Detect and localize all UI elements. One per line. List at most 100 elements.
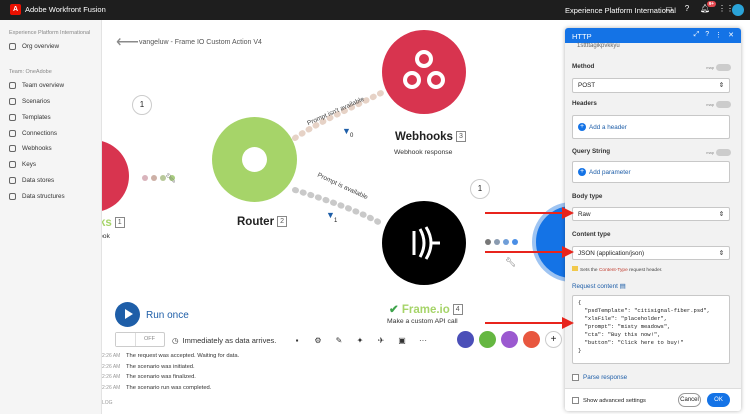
log-row: 2:26 AM The request was accepted. Waiting…: [102, 351, 239, 362]
adobe-logo-icon: A: [10, 4, 21, 15]
log-time: 2:26 AM: [102, 353, 121, 360]
avatar[interactable]: [732, 4, 744, 16]
plane-icon[interactable]: ✈: [376, 336, 386, 345]
query-map-toggle[interactable]: map: [706, 149, 731, 156]
content-type-select[interactable]: JSON (application/json) ⇕: [572, 246, 730, 260]
select-arrows-icon: ⇕: [718, 249, 724, 257]
sidebar-item-keys[interactable]: Keys: [0, 157, 101, 173]
webhooks-sub: Webhook response: [394, 149, 453, 156]
http-settings-panel: HTTP ⤢? ⋮ ✕ 1sttttagikpvkkyu Method map PO…: [565, 28, 741, 411]
webhooks-icon: [9, 145, 16, 153]
help-icon[interactable]: ?: [682, 4, 692, 14]
panel-title: HTTP: [572, 32, 592, 41]
brand[interactable]: A Adobe Workfront Fusion: [10, 4, 106, 15]
log-time: 2:26 AM: [102, 363, 121, 370]
help-icon[interactable]: ?: [705, 31, 709, 39]
router-name: Router: [237, 216, 275, 228]
router-module[interactable]: [212, 117, 297, 202]
sidebar-item-connections[interactable]: Connections: [0, 125, 101, 141]
sidebar-item-templates[interactable]: Templates: [0, 109, 101, 125]
sidebar-item-webhooks[interactable]: Webhooks: [0, 141, 101, 157]
run-once-label[interactable]: Run once: [146, 310, 189, 321]
more-vertical-icon[interactable]: ⋮: [715, 31, 722, 39]
content-type-label: Content type: [572, 231, 611, 238]
map-switch: [716, 101, 731, 108]
webhook-logo-icon: [403, 50, 445, 89]
frameio-logo-icon: [412, 226, 440, 260]
log-row: 2:26 AM The scenario was initiated.: [102, 362, 239, 373]
request-content-editor[interactable]: { "psdTemplate": "citisignal-fiber.psd",…: [572, 295, 730, 364]
toggle-knob: [116, 333, 136, 346]
sidebar-item-org-overview[interactable]: Org overview: [0, 39, 101, 55]
method-select[interactable]: POST ⇕: [572, 78, 730, 93]
briefcase-icon[interactable]: ▣: [397, 336, 407, 345]
chat-icon[interactable]: ▭: [664, 4, 674, 14]
schedule-setting[interactable]: ◷ Immediately as data arrives.: [172, 336, 276, 345]
left-module-label: ks 1: [102, 217, 125, 229]
map-label: map: [706, 102, 714, 107]
method-label: Method: [572, 63, 595, 70]
frameio-sub: Make a custom API call: [387, 318, 458, 325]
magic-wand-icon[interactable]: ✦: [355, 336, 365, 345]
add-header-button[interactable]: + Add a header: [572, 115, 730, 139]
method-map-toggle[interactable]: map: [706, 64, 731, 71]
checkbox-icon: [572, 374, 579, 381]
checkbox-icon: [572, 397, 579, 404]
parse-response-checkbox[interactable]: Parse response: [572, 374, 627, 381]
sidebar-item-data-structures[interactable]: Data structures: [0, 188, 101, 204]
headers-map-toggle[interactable]: map: [706, 101, 731, 108]
cancel-button[interactable]: Cancel: [678, 393, 701, 407]
wrench-icon[interactable]: 🔧︎: [505, 257, 516, 268]
more-icon[interactable]: ···: [418, 336, 428, 345]
sidebar-item-label: Scenarios: [22, 97, 51, 105]
module-picker: +: [457, 331, 562, 348]
log-text: The scenario was initiated.: [126, 363, 195, 370]
ok-button[interactable]: OK: [707, 393, 730, 407]
close-icon[interactable]: ✕: [728, 31, 734, 39]
sidebar: Experience Platform International Org ov…: [0, 20, 102, 414]
parse-response-label: Parse response: [583, 374, 628, 381]
add-module-icon[interactable]: +: [545, 331, 562, 348]
save-icon[interactable]: ▪: [292, 336, 302, 345]
flow-control-icon[interactable]: [479, 331, 496, 348]
wrench-icon[interactable]: 🔧︎: [165, 173, 176, 184]
add-parameter-button[interactable]: + Add parameter: [572, 161, 730, 183]
scenario-canvas[interactable]: ⟵ vangeluw - Frame IO Custom Action V4 1…: [102, 20, 565, 414]
tools-app-icon[interactable]: [457, 331, 474, 348]
body-type-select[interactable]: Raw ⇕: [572, 207, 730, 221]
log-more[interactable]: LOG: [102, 400, 113, 406]
sidebar-item-team-overview[interactable]: Team overview: [0, 78, 101, 94]
webhooks-module[interactable]: [382, 30, 466, 114]
frameio-module[interactable]: [382, 201, 466, 285]
top-value-field[interactable]: 1sttttagikpvkkyu: [577, 43, 620, 49]
schedule-text: Immediately as data arrives.: [182, 336, 277, 345]
expand-icon[interactable]: ⤢: [694, 31, 700, 39]
auto-align-icon[interactable]: ✎: [334, 336, 344, 345]
webhooks-label: Webhooks 3: [395, 131, 466, 143]
sidebar-item-scenarios[interactable]: Scenarios: [0, 94, 101, 110]
scheduling-toggle[interactable]: OFF: [115, 332, 165, 347]
sidebar-item-data-stores[interactable]: Data stores: [0, 173, 101, 189]
request-content-text: Request content: [572, 283, 618, 290]
run-once-button[interactable]: [115, 302, 140, 327]
log-text: The scenario was finalized.: [126, 374, 196, 381]
sidebar-item-label: Webhooks: [22, 145, 52, 153]
select-arrows-icon: ⇕: [718, 82, 724, 89]
top-bar: A Adobe Workfront Fusion Experience Plat…: [0, 0, 750, 20]
text-parser-icon[interactable]: [501, 331, 518, 348]
bell-icon[interactable]: 🔔︎ 9+: [700, 1, 716, 14]
log-text: The request was accepted. Waiting for da…: [126, 353, 240, 360]
sidebar-item-label: Org overview: [22, 43, 60, 51]
org-switcher[interactable]: Experience Platform International: [565, 6, 676, 15]
log-time: 2:26 AM: [102, 385, 121, 392]
show-advanced-label: Show advanced settings: [583, 397, 646, 404]
settings-icon[interactable]: ⚙: [313, 336, 323, 345]
show-advanced-checkbox[interactable]: Show advanced settings: [572, 397, 646, 404]
json-icon[interactable]: [523, 331, 540, 348]
apps-grid-icon[interactable]: ⋮⋮: [718, 4, 734, 14]
document-icon[interactable]: ▤: [620, 283, 626, 290]
notification-badge: 9+: [706, 1, 716, 7]
log-time: 2:26 AM: [102, 374, 121, 381]
connector-frameio-http[interactable]: [485, 239, 518, 245]
map-switch: [716, 149, 731, 156]
